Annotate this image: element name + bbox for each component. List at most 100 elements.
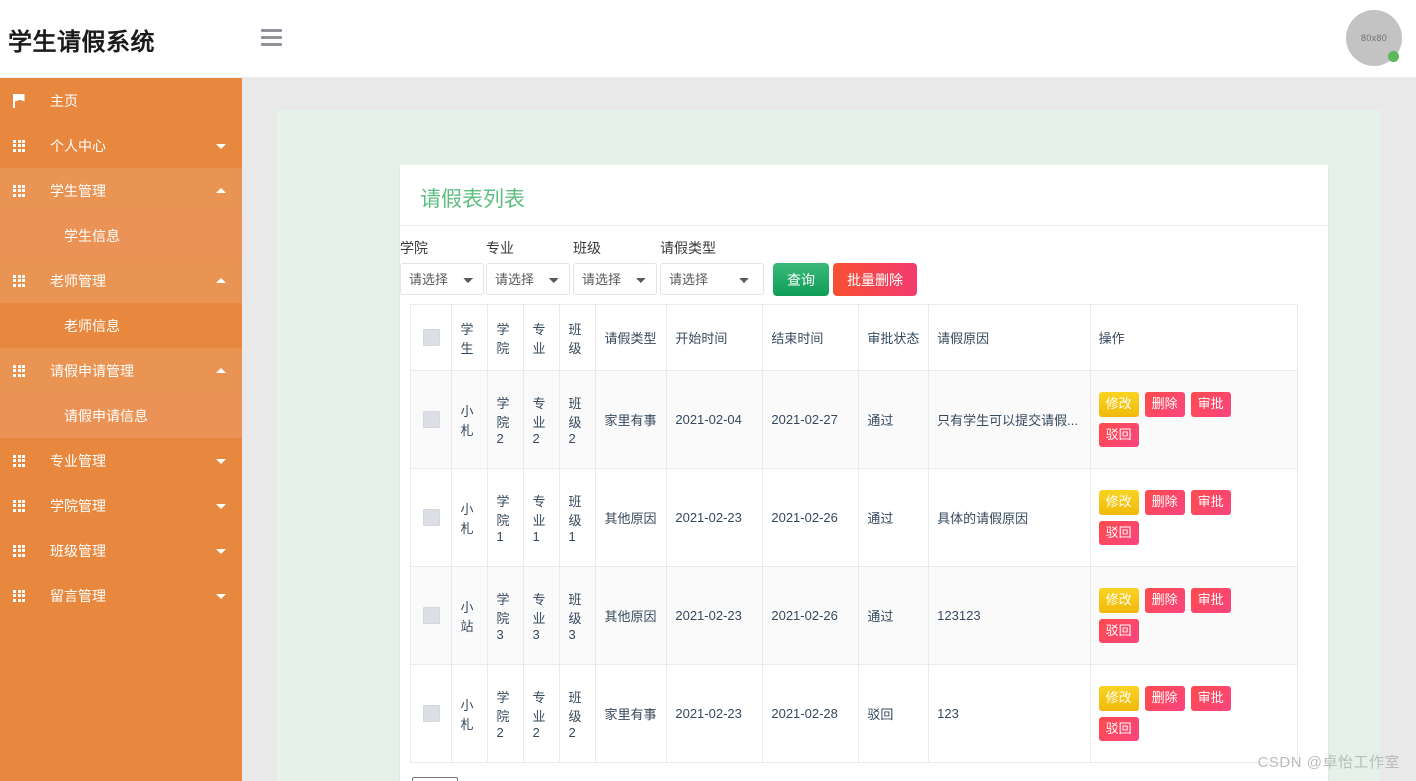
leave-type-cell: 家里有事 bbox=[595, 370, 668, 469]
sidebar-item-2[interactable]: 学生管理 bbox=[0, 168, 242, 213]
approve-button[interactable]: 审批 bbox=[1190, 392, 1231, 417]
college-cell: 学院3 bbox=[487, 566, 525, 665]
filter-bar: 查询 批量删除 学院 请选择 专业 请选择 班级 请选择 请假类型 请选择 bbox=[400, 226, 1328, 304]
grid-icon bbox=[4, 454, 34, 467]
grid-icon bbox=[4, 364, 34, 377]
sidebar-item-label: 老师信息 bbox=[64, 317, 120, 334]
sidebar-item-7[interactable]: 请假申请信息 bbox=[0, 393, 242, 438]
sidebar-nav: 主页个人中心学生管理 学生信息 老师管理老师信息请假申请管理请假申请信息 专业管理 学院… bbox=[0, 78, 242, 781]
filter-select-3[interactable]: 请选择 bbox=[660, 263, 764, 295]
row-select-cell bbox=[409, 664, 453, 763]
table-head: 学生 学院 专业 班级 请假类型 开始时间 结束时间 审批状态 请假原因 操作 bbox=[409, 304, 1299, 371]
end-date-cell: 2021-02-26 bbox=[762, 566, 860, 665]
delete-button[interactable]: 删除 bbox=[1144, 686, 1185, 711]
class-cell: 班级3 bbox=[559, 566, 597, 665]
pagination-bar: 10 条 每页 bbox=[400, 763, 1328, 781]
reject-button[interactable]: 驳回 bbox=[1098, 618, 1139, 643]
column-header: 学生 bbox=[451, 304, 489, 371]
filter-select-0[interactable]: 请选择 bbox=[400, 263, 484, 295]
chevron-up-icon bbox=[216, 277, 226, 283]
page-size-select[interactable]: 10 bbox=[412, 777, 458, 781]
reject-button[interactable]: 驳回 bbox=[1098, 422, 1139, 447]
top-bar: 学生请假系统 80x80 bbox=[0, 0, 1416, 78]
table-row: 小站 学院3 专业3 班级3 其他原因 2021-02-23 2021-02-26 通过 123… bbox=[409, 566, 1299, 665]
start-date-cell: 2021-02-23 bbox=[666, 664, 764, 763]
filter-label: 专业 bbox=[486, 240, 514, 256]
hamburger-bar bbox=[261, 43, 282, 46]
sidebar-item-4[interactable]: 老师管理 bbox=[0, 258, 242, 303]
sidebar-item-3[interactable]: 学生信息 bbox=[0, 213, 242, 258]
class-cell: 班级1 bbox=[559, 468, 597, 567]
delete-button[interactable]: 删除 bbox=[1144, 392, 1185, 417]
table-container: 学生 学院 专业 班级 请假类型 开始时间 结束时间 审批状态 请假原因 操作 小札 学院2 专业2 班… bbox=[400, 304, 1328, 763]
query-button[interactable]: 查询 bbox=[773, 263, 829, 296]
sidebar-item-0[interactable]: 主页 bbox=[0, 78, 242, 123]
filter-label: 班级 bbox=[573, 240, 601, 256]
sidebar-item-1[interactable]: 个人中心 bbox=[0, 123, 242, 168]
page-title: 请假表列表 bbox=[400, 165, 1328, 226]
filter-group-1: 专业 请选择 bbox=[486, 238, 570, 295]
filter-select-2[interactable]: 请选择 bbox=[573, 263, 657, 295]
sidebar-item-11[interactable]: 留言管理 bbox=[0, 573, 242, 618]
approve-button[interactable]: 审批 bbox=[1190, 588, 1231, 613]
column-header: 班级 bbox=[559, 304, 597, 371]
sidebar-item-5[interactable]: 老师信息 bbox=[0, 303, 242, 348]
batch-delete-button[interactable]: 批量删除 bbox=[833, 263, 917, 296]
table-body: 小札 学院2 专业2 班级2 家里有事 2021-02-04 2021-02-27 通过 只有学… bbox=[409, 370, 1299, 763]
column-header: 请假原因 bbox=[928, 304, 1091, 371]
online-status-dot bbox=[1388, 51, 1399, 62]
sidebar-item-label: 个人中心 bbox=[50, 137, 106, 154]
reject-button[interactable]: 驳回 bbox=[1098, 716, 1139, 741]
sidebar-item-6[interactable]: 请假申请管理 bbox=[0, 348, 242, 393]
delete-button[interactable]: 删除 bbox=[1144, 490, 1185, 515]
edit-button[interactable]: 修改 bbox=[1098, 686, 1139, 711]
grid-icon bbox=[4, 544, 34, 557]
hamburger-icon[interactable] bbox=[261, 29, 282, 46]
row-checkbox[interactable] bbox=[422, 411, 440, 429]
edit-button[interactable]: 修改 bbox=[1098, 392, 1139, 417]
main-content-area: 请假表列表 查询 批量删除 学院 请选择 专业 请选择 班级 请选择 请假类型 请选择 学生学… bbox=[242, 78, 1416, 781]
action-button-group: 修改 删除 审批驳回 bbox=[1098, 490, 1275, 545]
select-all-checkbox[interactable] bbox=[422, 329, 440, 347]
sidebar-item-10[interactable]: 班级管理 bbox=[0, 528, 242, 573]
leave-type-cell: 其他原因 bbox=[595, 566, 668, 665]
sidebar-item-8[interactable]: 专业管理 bbox=[0, 438, 242, 483]
approve-button[interactable]: 审批 bbox=[1190, 686, 1231, 711]
sidebar-item-9[interactable]: 学院管理 bbox=[0, 483, 242, 528]
column-header: 操作 bbox=[1089, 304, 1299, 371]
filter-label: 请假类型 bbox=[660, 240, 716, 256]
student-cell: 小札 bbox=[451, 468, 489, 567]
column-header: 学院 bbox=[487, 304, 525, 371]
college-cell: 学院2 bbox=[487, 370, 525, 469]
major-cell: 专业1 bbox=[523, 468, 561, 567]
chevron-down-icon bbox=[216, 143, 226, 149]
avatar[interactable]: 80x80 bbox=[1346, 10, 1402, 66]
sidebar-item-label: 请假申请管理 bbox=[50, 362, 134, 379]
approval-status-cell: 通过 bbox=[858, 566, 930, 665]
reject-button[interactable]: 驳回 bbox=[1098, 520, 1139, 545]
approve-button[interactable]: 审批 bbox=[1190, 490, 1231, 515]
row-checkbox[interactable] bbox=[422, 705, 440, 723]
table-row: 小札 学院1 专业1 班级1 其他原因 2021-02-23 2021-02-26 通过 具体的… bbox=[409, 468, 1299, 567]
edit-button[interactable]: 修改 bbox=[1098, 490, 1139, 515]
filter-select-1[interactable]: 请选择 bbox=[486, 263, 570, 295]
row-checkbox[interactable] bbox=[422, 509, 440, 527]
approval-status-cell: 驳回 bbox=[858, 664, 930, 763]
edit-button[interactable]: 修改 bbox=[1098, 588, 1139, 613]
approval-status-cell: 通过 bbox=[858, 468, 930, 567]
content-panel: 请假表列表 查询 批量删除 学院 请选择 专业 请选择 班级 请选择 请假类型 请选择 学生学… bbox=[277, 110, 1380, 781]
reason-cell: 123123 bbox=[928, 566, 1091, 665]
grid-icon bbox=[4, 274, 34, 287]
filter-group-3: 请假类型 请选择 bbox=[660, 238, 764, 295]
delete-button[interactable]: 删除 bbox=[1144, 588, 1185, 613]
row-checkbox[interactable] bbox=[422, 607, 440, 625]
chevron-down-icon bbox=[216, 503, 226, 509]
table-row: 小札 学院2 专业2 班级2 家里有事 2021-02-04 2021-02-27 通过 只有学… bbox=[409, 370, 1299, 469]
reason-cell: 具体的请假原因 bbox=[928, 468, 1091, 567]
grid-icon bbox=[4, 499, 34, 512]
grid-icon bbox=[4, 184, 34, 197]
action-button-group: 修改 删除 审批驳回 bbox=[1098, 392, 1275, 447]
class-cell: 班级2 bbox=[559, 370, 597, 469]
end-date-cell: 2021-02-26 bbox=[762, 468, 860, 567]
college-cell: 学院2 bbox=[487, 664, 525, 763]
